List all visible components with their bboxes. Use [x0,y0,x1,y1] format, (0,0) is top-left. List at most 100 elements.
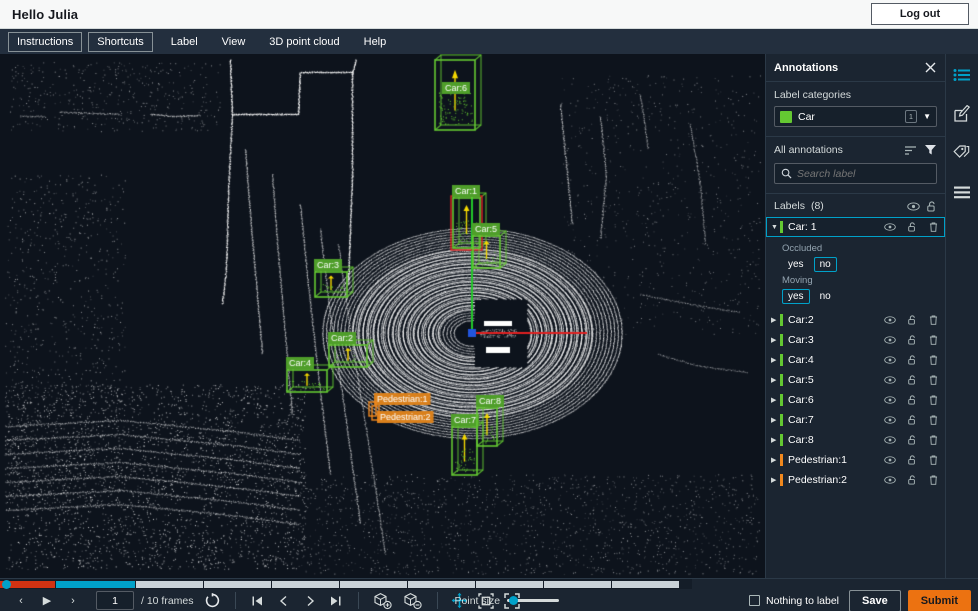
progress-handle[interactable] [2,580,11,589]
expand-triangle-icon[interactable]: ▶ [771,436,780,444]
play-button[interactable]: ▶ [34,590,60,611]
progress-segment[interactable] [136,581,204,588]
progress-segment[interactable] [340,581,408,588]
progress-segment[interactable] [544,581,612,588]
trash-icon[interactable] [929,375,938,385]
point-size-slider[interactable] [507,595,559,607]
save-button[interactable]: Save [849,590,901,611]
chevron-down-icon[interactable]: ▼ [923,112,931,121]
step-back-button[interactable]: ‹ [8,590,34,611]
trash-icon[interactable] [929,435,938,445]
annotation-row-selected[interactable]: ▼ Car: 1 [766,217,945,237]
unlock-icon[interactable] [927,201,937,212]
expand-triangle-icon[interactable]: ▶ [771,356,780,364]
expand-triangle-icon[interactable]: ▶ [771,316,780,324]
trash-icon[interactable] [929,315,938,325]
progress-segment[interactable] [272,581,340,588]
logout-button[interactable]: Log out [871,3,969,25]
progress-segment[interactable] [476,581,544,588]
eye-icon[interactable] [907,202,920,211]
frame-progress-bar[interactable] [0,579,692,589]
expand-triangle-icon[interactable]: ▶ [771,396,780,404]
expand-triangle-icon[interactable]: ▶ [771,476,780,484]
annotation-row[interactable]: ▶ Car:4 [766,350,945,370]
progress-segment[interactable] [408,581,476,588]
trash-icon[interactable] [929,395,938,405]
unlock-icon[interactable] [908,355,917,365]
annotation-row[interactable]: ▶ Pedestrian:1 [766,450,945,470]
menu-icon[interactable] [951,181,973,203]
unlock-icon[interactable] [908,335,917,345]
collapse-triangle-icon[interactable]: ▼ [771,224,780,231]
annotation-row[interactable]: ▶ Car:2 [766,310,945,330]
next-frame-icon[interactable] [297,590,323,611]
eye-icon[interactable] [884,336,896,344]
unlock-icon[interactable] [908,222,917,232]
unlock-icon[interactable] [908,435,917,445]
eye-icon[interactable] [884,376,896,384]
trash-icon[interactable] [929,475,938,485]
annotation-row[interactable]: ▶ Car:7 [766,410,945,430]
unlock-icon[interactable] [908,315,917,325]
filter-icon[interactable] [924,144,937,156]
trash-icon[interactable] [929,335,938,345]
annotation-row[interactable]: ▶ Car:5 [766,370,945,390]
attribute-option-moving-yes[interactable]: yes [782,289,810,304]
menu-item-help[interactable]: Help [352,33,399,51]
annotation-row[interactable]: ▶ Pedestrian:2 [766,470,945,490]
annotation-row[interactable]: ▶ Car:8 [766,430,945,450]
attribute-option-occluded-yes[interactable]: yes [782,257,810,272]
menu-item-3d-point-cloud[interactable]: 3D point cloud [257,33,351,51]
annotation-list[interactable]: ▼ Car: 1 OccludedyesnoMovingyesno▶ Car:2… [766,217,945,490]
sort-icon[interactable] [904,145,917,156]
progress-segment[interactable] [204,581,272,588]
step-forward-button[interactable]: › [60,590,86,611]
submit-button[interactable]: Submit [908,590,971,611]
eye-icon[interactable] [884,396,896,404]
point-cloud-canvas[interactable] [0,54,765,578]
first-frame-icon[interactable] [245,590,271,611]
last-frame-icon[interactable] [323,590,349,611]
slider-knob[interactable] [509,596,518,605]
annotation-row[interactable]: ▶ Car:3 [766,330,945,350]
eye-icon[interactable] [884,436,896,444]
menu-item-view[interactable]: View [210,33,258,51]
eye-icon[interactable] [884,356,896,364]
trash-icon[interactable] [929,415,938,425]
expand-triangle-icon[interactable]: ▶ [771,416,780,424]
label-category-select[interactable]: Car 1 ▼ [774,106,937,127]
nothing-to-label-checkbox[interactable] [749,595,760,606]
trash-icon[interactable] [929,355,938,365]
edit-icon[interactable] [951,103,973,125]
menu-item-label[interactable]: Label [159,33,210,51]
unlock-icon[interactable] [908,475,917,485]
attribute-option-occluded-no[interactable]: no [814,257,837,272]
menu-item-shortcuts[interactable]: Shortcuts [88,32,152,52]
eye-icon[interactable] [884,476,896,484]
attribute-option-moving-no[interactable]: no [814,289,837,304]
annotation-row[interactable]: ▶ Car:6 [766,390,945,410]
tags-icon[interactable] [951,142,973,164]
prev-frame-icon[interactable] [271,590,297,611]
menu-item-instructions[interactable]: Instructions [8,32,82,52]
close-icon[interactable] [924,61,937,74]
progress-segment[interactable] [612,581,680,588]
point-cloud-viewport[interactable]: QWEASD ▲◀▼▶ [0,54,765,578]
eye-icon[interactable] [884,223,896,231]
progress-segment[interactable] [56,581,136,588]
eye-icon[interactable] [884,316,896,324]
trash-icon[interactable] [929,455,938,465]
search-label-field[interactable] [774,163,937,184]
unlock-icon[interactable] [908,375,917,385]
unlock-icon[interactable] [908,415,917,425]
eye-icon[interactable] [884,416,896,424]
unlock-icon[interactable] [908,395,917,405]
unlock-icon[interactable] [908,455,917,465]
expand-triangle-icon[interactable]: ▶ [771,376,780,384]
add-cuboid-icon[interactable] [368,590,398,611]
trash-icon[interactable] [929,222,938,232]
frame-number-input[interactable] [96,591,134,610]
eye-icon[interactable] [884,456,896,464]
loop-icon[interactable] [200,590,226,611]
remove-cuboid-icon[interactable] [398,590,428,611]
